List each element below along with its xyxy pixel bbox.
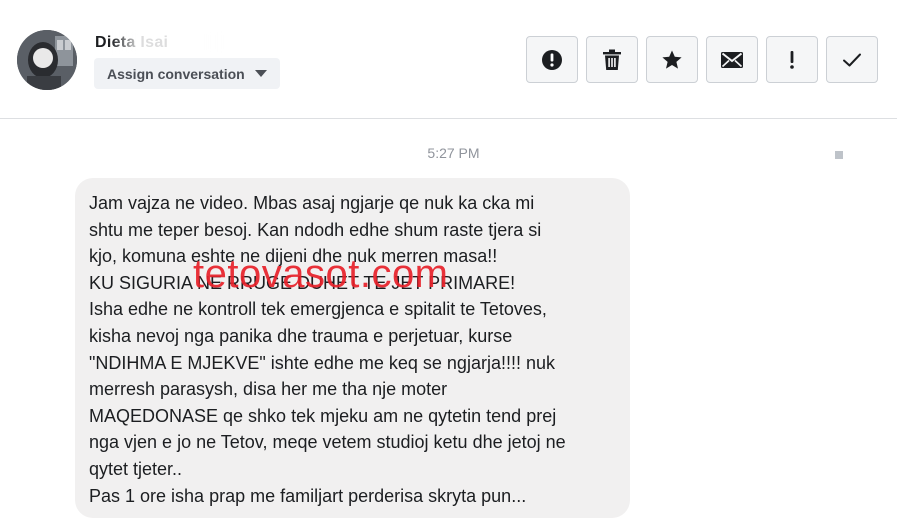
caret-down-icon [254,70,267,77]
star-button[interactable] [646,36,698,83]
message-line: Jam vajza ne video. Mbas asaj ngjarje qe… [89,193,535,213]
message-timestamp: 5:27 PM [427,145,480,161]
mark-done-button[interactable] [826,36,878,83]
avatar[interactable] [17,30,77,90]
check-icon [843,53,861,66]
report-spam-button[interactable] [526,36,578,83]
message-line: nga vjen e jo ne Tetov, meqe vetem studi… [89,432,566,453]
watermark: tetovasot.com [193,252,449,296]
message-line: kisha nevoj nga panika dhe trauma e perj… [89,325,513,346]
message-line: MAQEDONASE qe shko tek mjeku am ne qytet… [89,405,557,426]
message-line: qytet tjeter.. [89,458,183,479]
envelope-icon [721,51,743,68]
delete-button[interactable] [586,36,638,83]
mark-important-button[interactable] [766,36,818,83]
message-bubble[interactable]: Jam vajza ne video. Mbas asaj ngjarje qe… [75,178,630,518]
alert-circle-icon [542,49,562,70]
avatar-image [17,30,77,90]
assign-conversation-label: Assign conversation [107,65,245,82]
message-line: Isha edhe ne kontroll tek emergjenca e s… [89,299,547,320]
message-line: Pas 1 ore isha prap me familjart perderi… [89,485,527,506]
name-redaction [110,30,230,54]
message-line: merresh parasysh, disa her me tha nje mo… [89,379,448,400]
mark-unread-button[interactable] [706,36,758,83]
read-receipt-icon [835,151,843,159]
conversation-header: Dieta Isai Assign conversation [0,0,897,119]
trash-icon [603,49,621,70]
message-line: shtu me teper besoj. Kan ndodh edhe shum… [89,219,542,240]
exclamation-icon [790,50,794,69]
message-line: "NDIHMA E MJEKVE" ishte edhe me keq se n… [89,352,555,373]
assign-conversation-button[interactable]: Assign conversation [94,58,280,89]
star-icon [662,50,682,69]
